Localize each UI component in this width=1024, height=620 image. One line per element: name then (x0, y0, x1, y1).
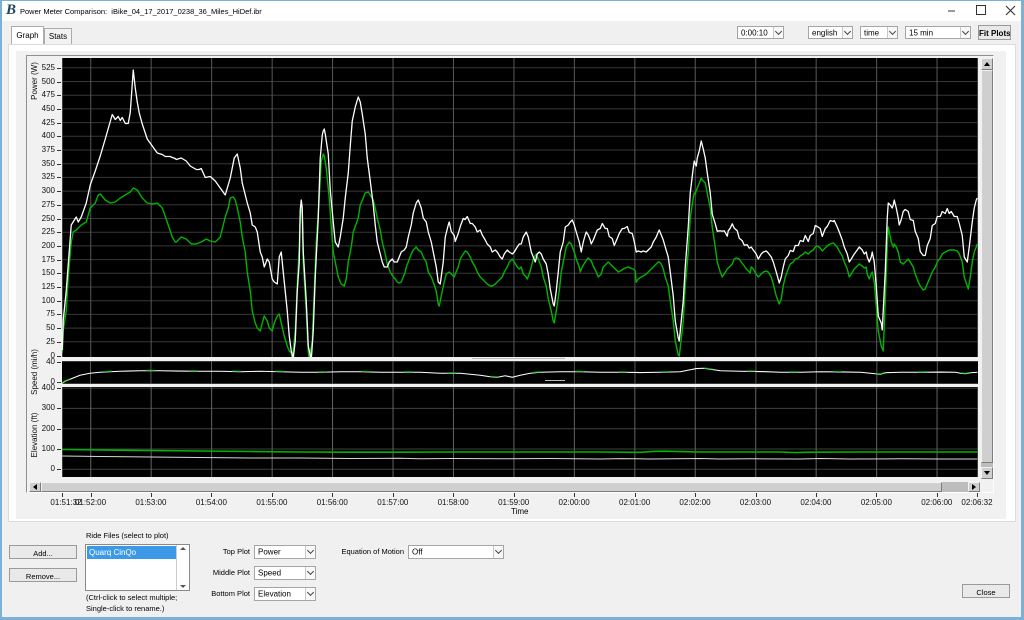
svg-text:Speed (mi/h): Speed (mi/h) (30, 349, 39, 395)
svg-text:Elevation (ft): Elevation (ft) (30, 412, 39, 457)
svg-text:Power (W): Power (W) (30, 62, 39, 100)
